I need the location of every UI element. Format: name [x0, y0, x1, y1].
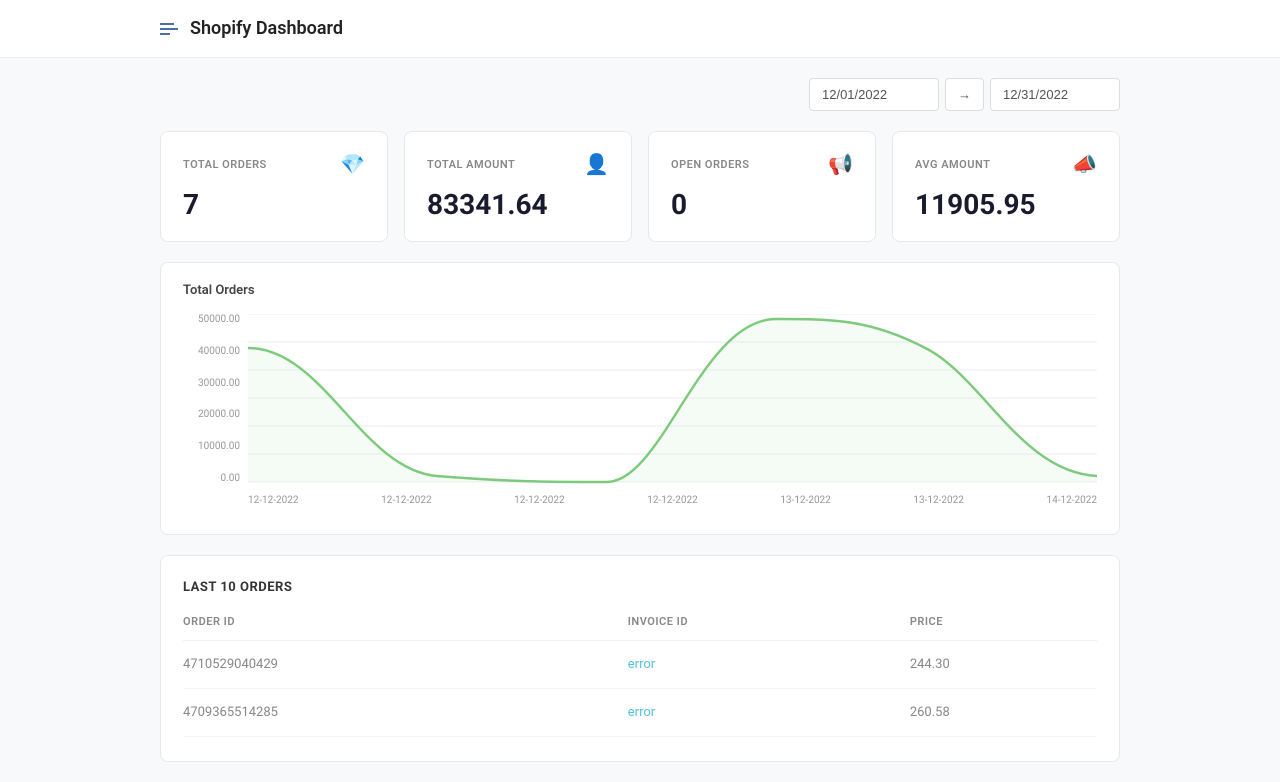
order-id-1: 4710529040429	[183, 641, 628, 689]
stat-header-total-amount: TOTAL AMOUNT 👤	[427, 152, 609, 176]
date-arrow-button[interactable]: →	[945, 78, 984, 111]
stats-row: TOTAL ORDERS 💎 7 TOTAL AMOUNT 👤 83341.64…	[160, 131, 1120, 242]
y-label-20000: 20000.00	[198, 409, 240, 420]
stat-value-total-amount: 83341.64	[427, 188, 609, 221]
orders-title: LAST 10 ORDERS	[183, 580, 1097, 595]
date-start-input[interactable]	[809, 78, 939, 111]
stat-header-open-orders: OPEN ORDERS 📢	[671, 152, 853, 176]
stat-value-total-orders: 7	[183, 188, 365, 221]
menu-icon[interactable]	[160, 23, 178, 35]
stat-value-avg-amount: 11905.95	[915, 188, 1097, 221]
loudspeaker-icon: 📣	[1072, 152, 1097, 176]
orders-table: ORDER ID INVOICE ID PRICE 4710529040429 …	[183, 615, 1097, 737]
x-label-2: 12-12-2022	[381, 495, 432, 506]
x-axis: 12-12-2022 12-12-2022 12-12-2022 12-12-2…	[248, 486, 1097, 514]
chart-area: 50000.00 40000.00 30000.00 20000.00 1000…	[183, 314, 1097, 514]
main-content: → TOTAL ORDERS 💎 7 TOTAL AMOUNT 👤 83341.…	[0, 58, 1280, 782]
y-label-50000: 50000.00	[198, 314, 240, 325]
stat-value-open-orders: 0	[671, 188, 853, 221]
stat-card-total-orders: TOTAL ORDERS 💎 7	[160, 131, 388, 242]
price-2: 260.58	[910, 689, 1097, 737]
table-row: 4709365514285 error 260.58	[183, 689, 1097, 737]
x-label-7: 14-12-2022	[1046, 495, 1097, 506]
col-header-price: PRICE	[910, 615, 1097, 641]
stat-header-total-orders: TOTAL ORDERS 💎	[183, 152, 365, 176]
orders-table-header-row: ORDER ID INVOICE ID PRICE	[183, 615, 1097, 641]
page-title: Shopify Dashboard	[190, 18, 343, 39]
megaphone-icon: 📢	[828, 152, 853, 176]
x-label-1: 12-12-2022	[248, 495, 299, 506]
stat-card-total-amount: TOTAL AMOUNT 👤 83341.64	[404, 131, 632, 242]
y-label-30000: 30000.00	[198, 378, 240, 389]
y-label-0: 0.00	[221, 473, 241, 484]
col-header-order-id: ORDER ID	[183, 615, 628, 641]
chart-plot	[248, 314, 1097, 484]
stat-label-open-orders: OPEN ORDERS	[671, 158, 750, 171]
x-label-4: 12-12-2022	[647, 495, 698, 506]
date-range-row: →	[160, 78, 1120, 111]
invoice-id-1: error	[628, 641, 910, 689]
stat-card-avg-amount: AVG AMOUNT 📣 11905.95	[892, 131, 1120, 242]
date-end-input[interactable]	[990, 78, 1120, 111]
y-label-40000: 40000.00	[198, 346, 240, 357]
order-id-2: 4709365514285	[183, 689, 628, 737]
stat-label-avg-amount: AVG AMOUNT	[915, 158, 990, 171]
y-axis: 50000.00 40000.00 30000.00 20000.00 1000…	[183, 314, 248, 484]
stat-card-open-orders: OPEN ORDERS 📢 0	[648, 131, 876, 242]
col-header-invoice-id: INVOICE ID	[628, 615, 910, 641]
orders-card: LAST 10 ORDERS ORDER ID INVOICE ID PRICE…	[160, 555, 1120, 762]
x-label-3: 12-12-2022	[514, 495, 565, 506]
user-plus-icon: 👤	[584, 152, 609, 176]
table-row: 4710529040429 error 244.30	[183, 641, 1097, 689]
stat-label-total-orders: TOTAL ORDERS	[183, 158, 267, 171]
stat-label-total-amount: TOTAL AMOUNT	[427, 158, 515, 171]
stat-header-avg-amount: AVG AMOUNT 📣	[915, 152, 1097, 176]
x-label-6: 13-12-2022	[913, 495, 964, 506]
diamond-icon: 💎	[340, 152, 365, 176]
chart-title: Total Orders	[183, 283, 1097, 298]
invoice-id-2: error	[628, 689, 910, 737]
y-label-10000: 10000.00	[198, 441, 240, 452]
header: Shopify Dashboard	[0, 0, 1280, 58]
orders-table-body: 4710529040429 error 244.30 4709365514285…	[183, 641, 1097, 737]
chart-card: Total Orders 50000.00 40000.00 30000.00 …	[160, 262, 1120, 535]
x-label-5: 13-12-2022	[780, 495, 831, 506]
price-1: 244.30	[910, 641, 1097, 689]
orders-table-head: ORDER ID INVOICE ID PRICE	[183, 615, 1097, 641]
chart-svg	[248, 314, 1097, 484]
